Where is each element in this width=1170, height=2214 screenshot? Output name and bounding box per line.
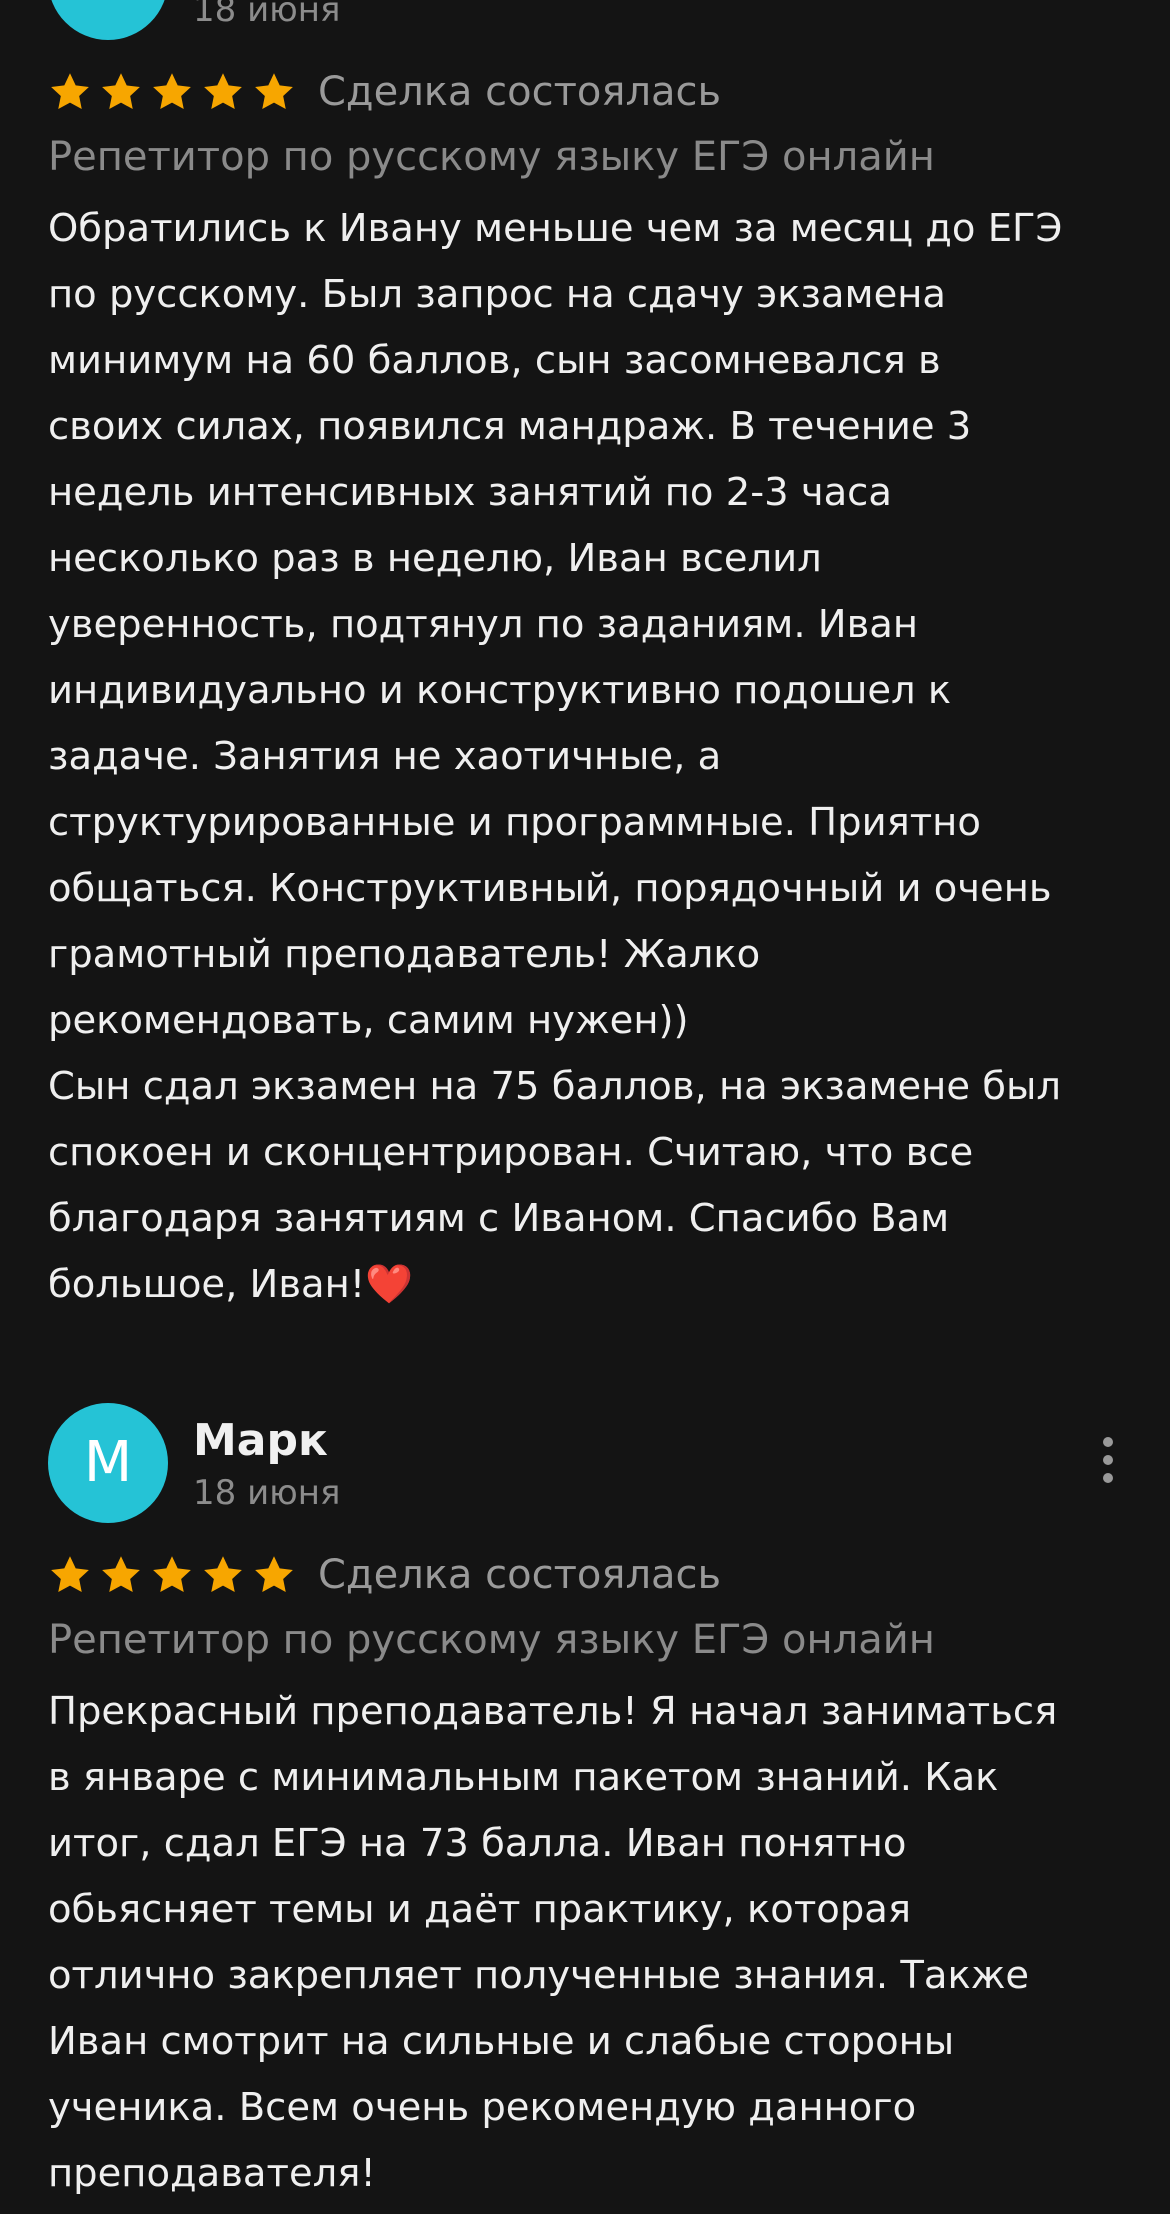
star-icon (48, 1553, 92, 1597)
avatar[interactable]: М (48, 1403, 168, 1523)
star-icon (150, 1553, 194, 1597)
review-text: Обратились к Ивану меньше чем за месяц д… (48, 206, 1063, 1307)
rating-stars (48, 70, 303, 114)
more-vertical-icon[interactable] (1098, 1437, 1118, 1487)
review-date: 18 июня (193, 1473, 341, 1513)
deal-status: Сделка состоялась (318, 69, 722, 115)
star-icon (201, 70, 245, 114)
star-icon (201, 1553, 245, 1597)
avatar[interactable]: Н (48, 0, 168, 40)
review-text: Прекрасный преподаватель! Я начал занима… (48, 1689, 1058, 2196)
star-icon (252, 1553, 296, 1597)
star-icon (99, 1553, 143, 1597)
deal-status: Сделка состоялась (318, 1552, 722, 1598)
review-header: М Марк 18 июня (48, 1403, 1128, 1523)
star-icon (150, 70, 194, 114)
review-card: Н 18 июня Сделка состоялась Репетитор по… (48, 0, 1128, 1318)
review-card: М Марк 18 июня Сделка состоялась Репетит… (48, 1403, 1128, 2207)
star-icon (252, 70, 296, 114)
rating-stars (48, 1553, 303, 1597)
review-date: 18 июня (193, 0, 341, 30)
star-icon (99, 70, 143, 114)
review-header: Н 18 июня (48, 0, 1128, 40)
star-icon (48, 70, 92, 114)
service-title[interactable]: Репетитор по русскому языку ЕГЭ онлайн (48, 1609, 1128, 1671)
rating-row: Сделка состоялась (48, 62, 1128, 122)
rating-row: Сделка состоялась (48, 1545, 1128, 1605)
author-name[interactable]: Марк (193, 1413, 328, 1469)
service-title[interactable]: Репетитор по русскому языку ЕГЭ онлайн (48, 126, 1128, 188)
